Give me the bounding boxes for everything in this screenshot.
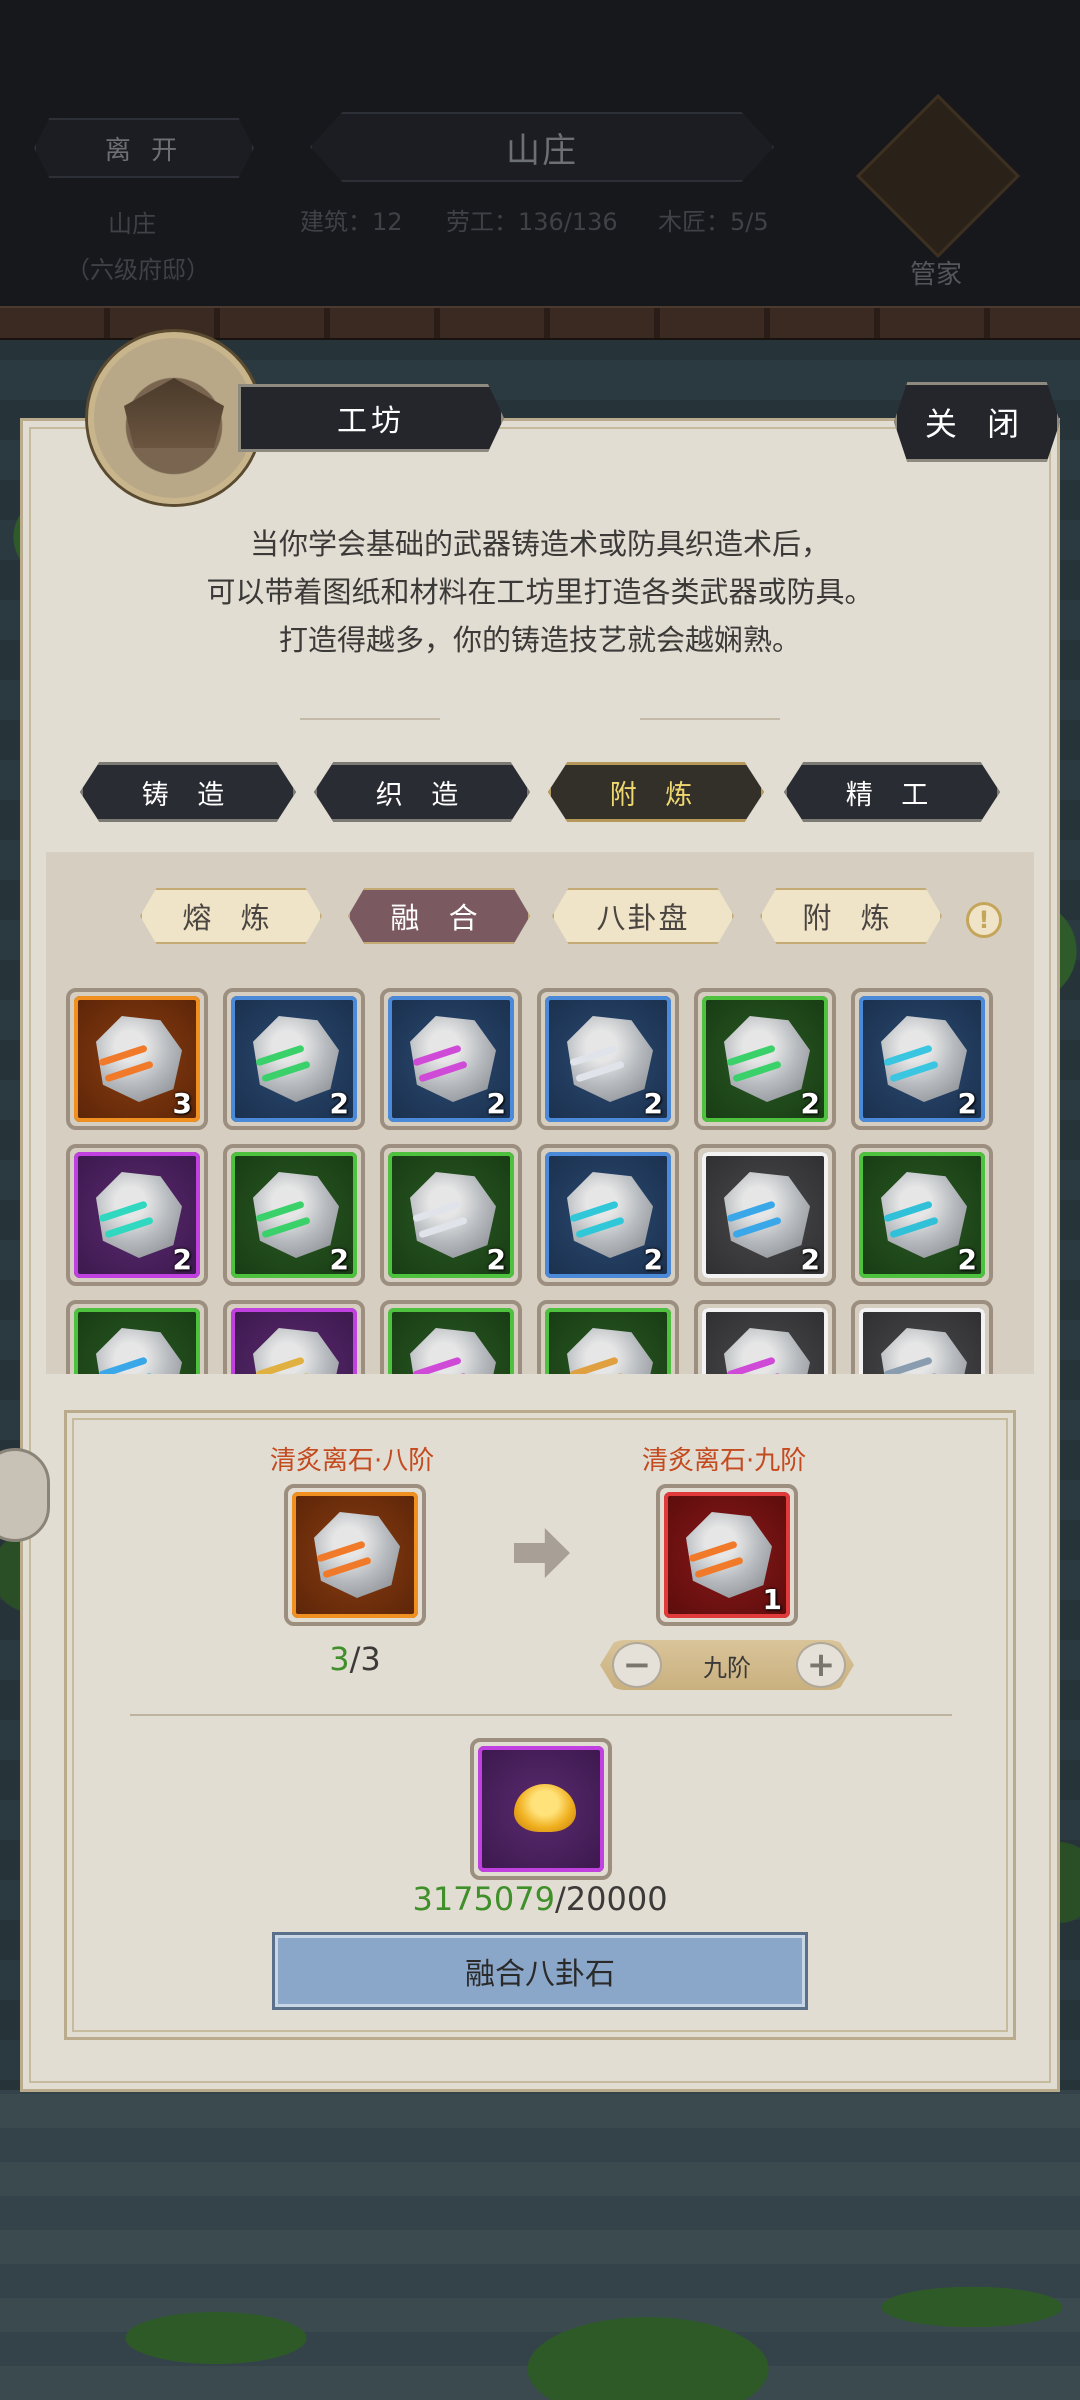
target-item-name: 清炙离石·九阶 [642,1446,807,1476]
cost-item-slot[interactable] [470,1738,612,1880]
inventory-slot[interactable]: 2 [380,988,522,1130]
plus-button[interactable]: + [796,1642,846,1688]
gold-ingot-icon [514,1784,576,1832]
item-count: 2 [957,1087,977,1120]
divider-left [300,718,440,720]
inventory-slot[interactable]: 2 [694,1144,836,1286]
stat-workers: 劳工：136/136 [446,208,618,236]
target-count: 1 [762,1583,782,1616]
target-item-slot[interactable]: 1 [656,1484,798,1626]
item-count: 2 [486,1243,506,1276]
item-count: 2 [329,1243,349,1276]
inventory-slot[interactable]: 2 [223,1144,365,1286]
item-count: 2 [800,1087,820,1120]
source-item-name: 清炙离石·八阶 [270,1446,435,1476]
minus-button[interactable]: − [612,1642,662,1688]
inventory-slot[interactable] [380,1300,522,1374]
description-line: 打造得越多，你的铸造技艺就会越娴熟。 [278,623,801,657]
item-count: 2 [957,1243,977,1276]
inventory-slot[interactable]: 2 [851,988,993,1130]
subtab-smelt[interactable]: 熔 炼 [140,888,322,944]
cost-count: 3175079/20000 [360,1880,720,1918]
info-icon[interactable]: ! [966,902,1002,938]
fuse-bagua-stone-button[interactable]: 融合八卦石 [272,1932,808,2010]
subtab-fuse[interactable]: 融 合 [348,888,530,944]
inventory-slot[interactable] [537,1300,679,1374]
workshop-avatar [88,332,260,504]
stat-carpenters: 木匠：5/5 [658,208,769,236]
inventory-slot[interactable]: 2 [694,988,836,1130]
inventory-slot[interactable]: 3 [66,988,208,1130]
item-count: 3 [172,1087,192,1120]
inventory-slot[interactable]: 2 [851,1144,993,1286]
cost-have: 3175079 [412,1880,555,1918]
subtab-enchant[interactable]: 附 炼 [760,888,942,944]
description-line: 可以带着图纸和材料在工坊里打造各类武器或防具。 [206,575,874,609]
tab-enchant[interactable]: 附 炼 [548,762,764,822]
cost-need: /20000 [554,1880,668,1918]
subtab-bagua-disk[interactable]: 八卦盘 [552,888,734,944]
estate-rank: （六级府邸） [66,256,210,284]
panel-title: 工坊 [238,384,504,452]
item-count: 2 [486,1087,506,1120]
background-courtyard [0,2090,1080,2400]
panel-description: 当你学会基础的武器铸造术或防具织造术后， 可以带着图纸和材料在工坊里打造各类武器… [100,520,980,664]
stat-buildings: 建筑：12 [300,208,403,236]
tab-forge[interactable]: 铸 造 [80,762,296,822]
inventory-slot[interactable]: 2 [537,1144,679,1286]
item-count: 2 [643,1243,663,1276]
steward-label: 管家 [910,260,963,290]
need-value: /3 [349,1640,381,1678]
description-line: 当你学会基础的武器铸造术或防具织造术后， [249,527,830,561]
inventory-slot[interactable]: 2 [66,1144,208,1286]
inventory-slot[interactable] [694,1300,836,1374]
source-item-slot[interactable] [284,1484,426,1626]
estate-title: 山庄 [310,112,774,182]
item-count: 2 [329,1087,349,1120]
item-count: 2 [172,1243,192,1276]
inventory-slot[interactable] [851,1300,993,1374]
have-value: 3 [329,1640,350,1678]
fusion-divider [130,1714,952,1716]
inventory-area: 熔 炼 融 合 八卦盘 附 炼 ! 3 2 2 2 2 2 2 2 2 2 2 2 [46,852,1034,1374]
tab-weave[interactable]: 织 造 [314,762,530,822]
item-count: 2 [643,1087,663,1120]
inventory-slot[interactable]: 2 [223,988,365,1130]
item-count: 2 [800,1243,820,1276]
tab-refine[interactable]: 精 工 [784,762,1000,822]
inventory-slot[interactable]: 2 [380,1144,522,1286]
inventory-grid: 3 2 2 2 2 2 2 2 2 2 2 2 [66,988,1016,1374]
inventory-slot[interactable] [223,1300,365,1374]
inventory-slot[interactable] [66,1300,208,1374]
workshop-building-icon [124,378,224,448]
level-label: 九阶 [703,1654,751,1682]
estate-name: 山庄 [108,210,156,238]
leave-button[interactable]: 离 开 [34,118,254,178]
close-button[interactable]: 关 闭 [894,382,1060,462]
divider-right [640,718,780,720]
inventory-slot[interactable]: 2 [537,988,679,1130]
source-have-count: 3/3 [320,1640,390,1678]
side-drawer-handle[interactable] [0,1448,50,1542]
